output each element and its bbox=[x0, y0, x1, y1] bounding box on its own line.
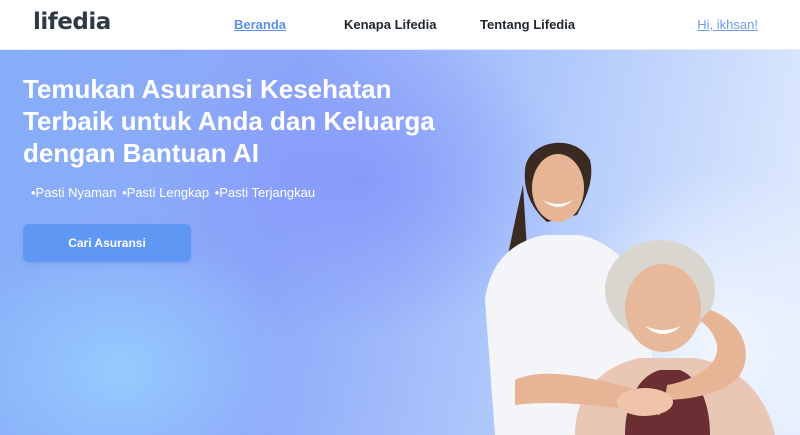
nav-link-tentang-lifedia[interactable]: Tentang Lifedia bbox=[480, 17, 575, 32]
clasped-hands bbox=[617, 388, 673, 416]
hero-title-line: Terbaik untuk Anda dan Keluarga bbox=[23, 106, 435, 136]
cari-asuransi-button[interactable]: Cari Asuransi bbox=[23, 224, 191, 262]
user-greeting-link[interactable]: Hi, ikhsan! bbox=[697, 17, 758, 32]
feature-item: •Pasti Lengkap bbox=[122, 185, 210, 200]
lifedia-logo[interactable]: lifedia bbox=[33, 9, 111, 35]
hero-title-line: dengan Bantuan AI bbox=[23, 138, 259, 168]
hero-title: Temukan Asuransi Kesehatan Terbaik untuk… bbox=[23, 73, 503, 169]
feature-list: •Pasti Nyaman •Pasti Lengkap •Pasti Terj… bbox=[31, 185, 317, 200]
nurse-face bbox=[532, 154, 584, 222]
nav-link-beranda[interactable]: Beranda bbox=[234, 17, 286, 32]
feature-item: •Pasti Terjangkau bbox=[214, 185, 316, 200]
nav-link-kenapa-lifedia[interactable]: Kenapa Lifedia bbox=[344, 17, 436, 32]
top-navbar: lifedia Beranda Kenapa Lifedia Tentang L… bbox=[0, 0, 800, 50]
hero-title-line: Temukan Asuransi Kesehatan bbox=[23, 74, 392, 104]
elderly-face bbox=[625, 264, 701, 352]
hero-section: Temukan Asuransi Kesehatan Terbaik untuk… bbox=[0, 50, 800, 435]
feature-item: •Pasti Nyaman bbox=[31, 185, 117, 200]
hero-photo-nurse-and-elderly-woman bbox=[485, 142, 775, 435]
